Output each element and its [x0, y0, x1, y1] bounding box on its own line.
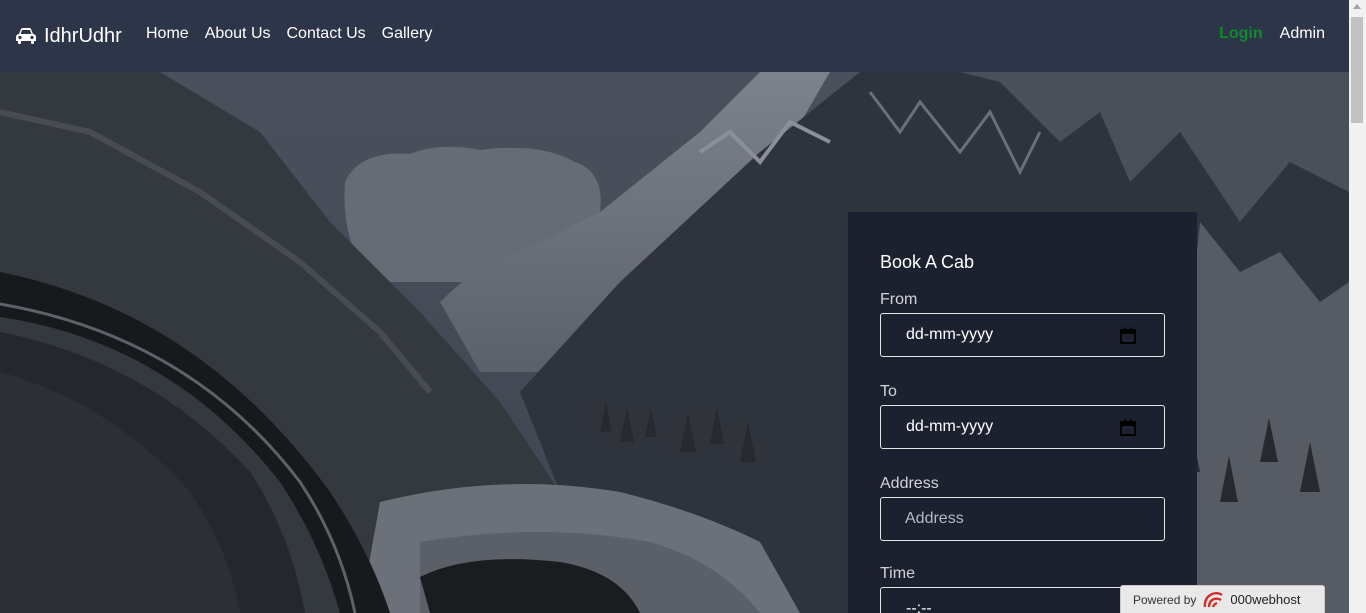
address-input[interactable]: Address — [880, 497, 1165, 541]
calendar-icon[interactable] — [1120, 419, 1136, 436]
nav-links: Home About Us Contact Us Gallery — [146, 25, 448, 43]
from-label: From — [880, 291, 918, 308]
brand-name: IdhrUdhr — [44, 24, 122, 47]
scroll-up-arrow-icon[interactable] — [1353, 4, 1361, 9]
page: IdhrUdhr Home About Us Contact Us Galler… — [0, 0, 1349, 613]
scroll-thumb[interactable] — [1351, 17, 1363, 123]
login-link[interactable]: Login — [1219, 25, 1263, 43]
nav-contact-us[interactable]: Contact Us — [287, 25, 366, 43]
address-label: Address — [880, 475, 939, 492]
admin-link[interactable]: Admin — [1280, 25, 1325, 43]
car-icon — [15, 27, 37, 45]
to-label: To — [880, 383, 897, 400]
webhost-logo — [1202, 590, 1226, 610]
powered-by-text: Powered by — [1133, 592, 1197, 607]
to-date-value: dd-mm-yyyy — [906, 418, 994, 435]
time-label: Time — [880, 565, 915, 582]
webhost-name: 000webhost — [1230, 592, 1301, 607]
nav-gallery[interactable]: Gallery — [382, 25, 433, 43]
brand[interactable]: IdhrUdhr — [15, 22, 122, 50]
nav-right: Login Admin — [1219, 25, 1325, 43]
navbar: IdhrUdhr Home About Us Contact Us Galler… — [0, 0, 1349, 72]
booking-form: Book A Cab From dd-mm-yyyy To dd-mm-yyyy — [848, 212, 1197, 613]
address-placeholder: Address — [905, 510, 964, 527]
powered-by-badge[interactable]: Powered by 000webhost — [1120, 585, 1325, 613]
scrollbar[interactable] — [1349, 0, 1366, 613]
from-date-input[interactable]: dd-mm-yyyy — [880, 313, 1165, 357]
nav-about-us[interactable]: About Us — [205, 25, 271, 43]
from-date-value: dd-mm-yyyy — [906, 326, 994, 343]
calendar-icon[interactable] — [1120, 327, 1136, 344]
nav-home[interactable]: Home — [146, 25, 189, 43]
time-value: --:-- — [906, 600, 932, 613]
to-date-input[interactable]: dd-mm-yyyy — [880, 405, 1165, 449]
booking-title: Book A Cab — [880, 252, 975, 272]
